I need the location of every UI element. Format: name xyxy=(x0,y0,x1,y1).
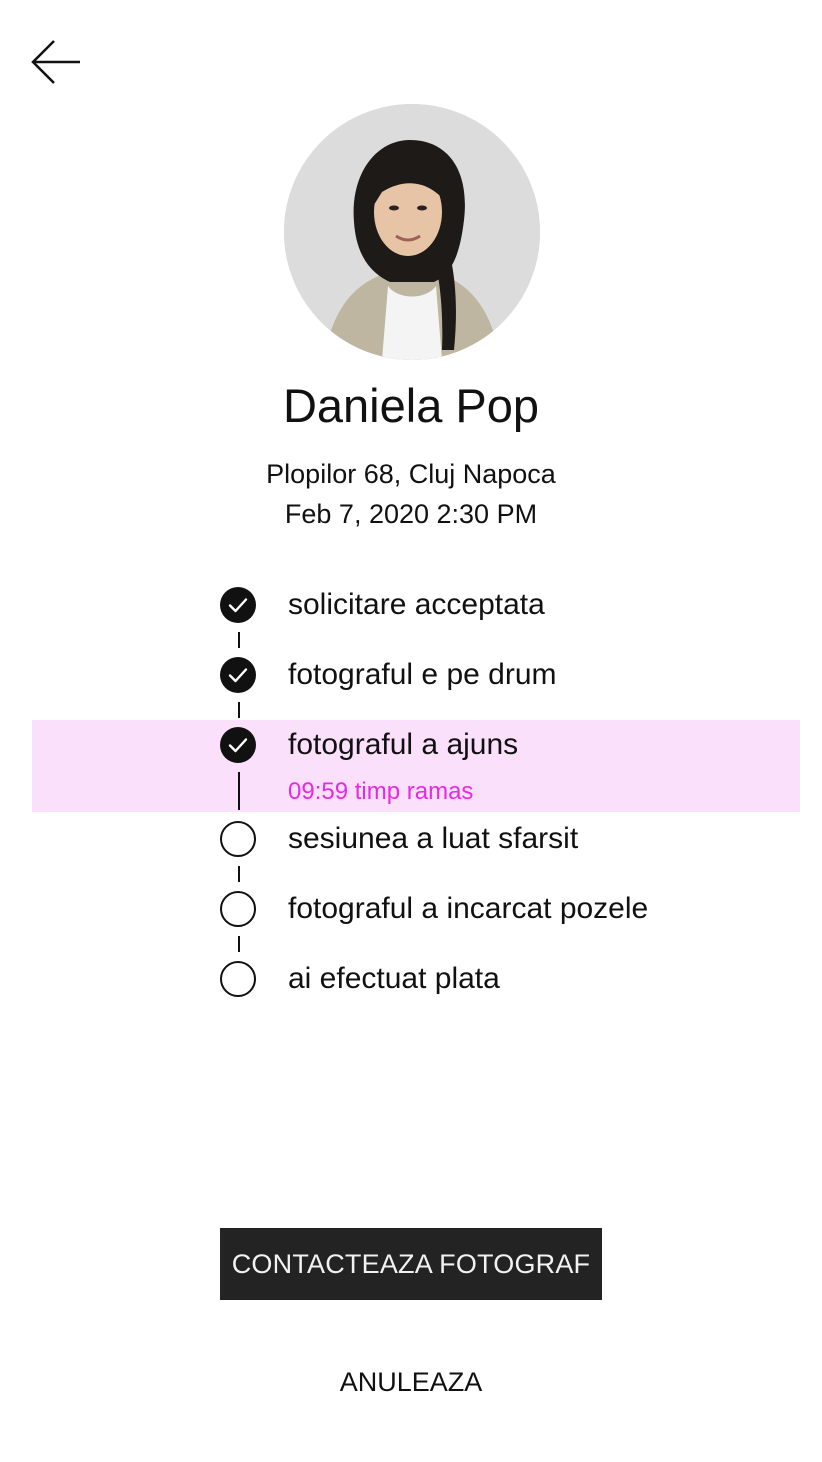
step-label: fotograful a ajuns xyxy=(288,728,519,761)
step-label: ai efectuat plata xyxy=(288,962,500,995)
cancel-button[interactable]: ANULEAZA xyxy=(300,1360,522,1404)
session-address: Plopilor 68, Cluj Napoca xyxy=(266,459,556,489)
photographer-name: Daniela Pop xyxy=(282,379,540,432)
arrow-left-icon xyxy=(31,40,80,84)
step-label: solicitare acceptata xyxy=(288,588,545,621)
timeline-connector xyxy=(238,936,240,952)
empty-circle-icon xyxy=(220,821,256,857)
check-circle-icon xyxy=(220,587,256,623)
step-label: fotograful e pe drum xyxy=(288,658,557,691)
contact-photographer-button[interactable]: CONTACTEAZA FOTOGRAF xyxy=(220,1228,602,1300)
photographer-avatar xyxy=(284,104,540,360)
timer-remaining: 09:59 timp ramas xyxy=(288,778,474,805)
timeline-connector xyxy=(238,702,240,718)
step-label: sesiunea a luat sfarsit xyxy=(288,822,579,855)
timeline-connector xyxy=(238,866,240,882)
session-datetime: Feb 7, 2020 2:30 PM xyxy=(284,499,538,529)
timeline-connector xyxy=(238,632,240,648)
empty-circle-icon xyxy=(220,961,256,997)
empty-circle-icon xyxy=(220,891,256,927)
avatar xyxy=(284,104,540,360)
check-circle-icon xyxy=(220,657,256,693)
step-label: fotograful a incarcat pozele xyxy=(288,892,649,925)
back-button[interactable] xyxy=(26,34,86,90)
timeline-connector xyxy=(238,772,240,810)
check-circle-icon xyxy=(220,727,256,763)
